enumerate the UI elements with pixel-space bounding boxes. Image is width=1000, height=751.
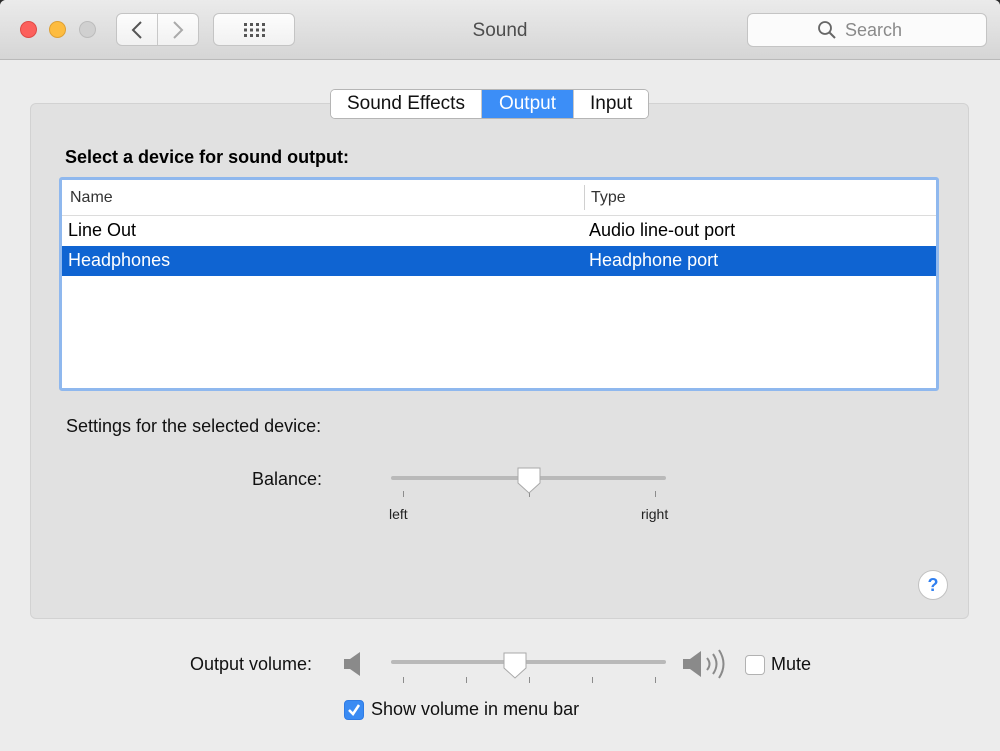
volume-tick — [466, 677, 467, 683]
help-button[interactable]: ? — [918, 570, 948, 600]
table-header: Name Type — [62, 180, 936, 216]
device-list-heading: Select a device for sound output: — [65, 147, 350, 167]
tab-bar: Sound Effects Output Input — [330, 89, 650, 119]
sound-preferences-window: Sound Sound Effects Output Input Select … — [0, 0, 1000, 751]
balance-left-label: left — [389, 506, 408, 522]
device-type: Headphone port — [589, 250, 719, 270]
volume-high-icon — [683, 649, 725, 679]
device-name: Headphones — [68, 250, 171, 270]
tab-input[interactable]: Input — [573, 90, 649, 118]
column-header-name[interactable]: Name — [70, 189, 113, 207]
tab-sound-effects[interactable]: Sound Effects — [331, 90, 481, 118]
volume-tick — [529, 677, 530, 683]
balance-right-label: right — [641, 506, 669, 522]
device-type: Audio line-out port — [589, 220, 736, 240]
show-volume-label[interactable]: Show volume in menu bar — [371, 699, 579, 720]
table-row[interactable]: Line Out Audio line-out port — [62, 216, 936, 246]
balance-label: Balance: — [252, 469, 323, 489]
tab-output[interactable]: Output — [480, 90, 573, 118]
column-header-type[interactable]: Type — [591, 189, 626, 207]
search-input[interactable] — [845, 19, 917, 41]
volume-slider-track[interactable] — [391, 660, 666, 664]
volume-tick — [403, 677, 404, 683]
volume-tick — [592, 677, 593, 683]
search-field[interactable] — [747, 13, 987, 47]
checkmark-icon — [348, 704, 361, 716]
balance-tick-right — [655, 491, 656, 497]
search-icon — [818, 21, 836, 39]
title-bar: Sound — [0, 0, 1000, 60]
column-divider[interactable] — [584, 185, 585, 210]
device-table[interactable]: Name Type Line Out Audio line-out port H… — [59, 177, 939, 391]
table-row[interactable]: Headphones Headphone port — [62, 246, 936, 276]
balance-slider-thumb[interactable] — [516, 467, 542, 495]
balance-tick-left — [403, 491, 404, 497]
volume-tick — [655, 677, 656, 683]
volume-slider-thumb[interactable] — [502, 652, 528, 680]
volume-low-icon — [344, 652, 360, 676]
show-volume-checkbox[interactable] — [344, 700, 364, 720]
output-volume-label: Output volume: — [190, 654, 313, 674]
device-name: Line Out — [68, 220, 137, 240]
mute-checkbox[interactable] — [745, 655, 765, 675]
settings-label: Settings for the selected device: — [66, 416, 322, 436]
mute-label[interactable]: Mute — [771, 654, 811, 675]
